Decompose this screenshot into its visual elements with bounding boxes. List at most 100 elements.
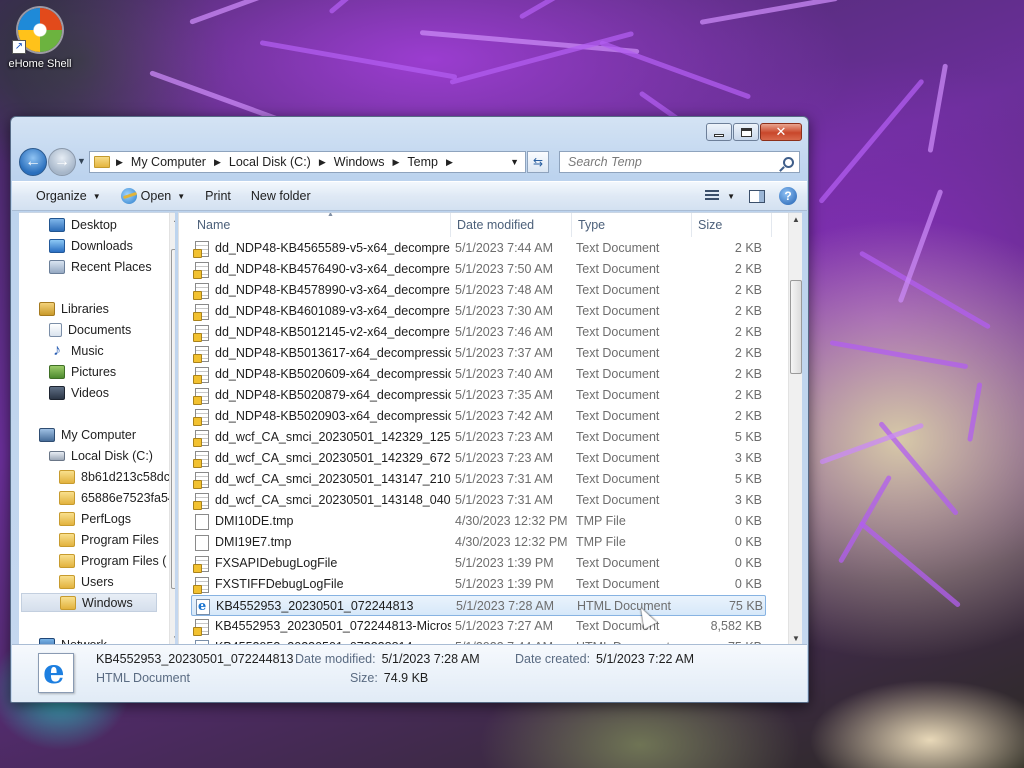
breadcrumb-chevron-icon[interactable]: ▶ bbox=[214, 157, 221, 168]
close-icon: ✕ bbox=[775, 124, 787, 139]
scrollbar-thumb[interactable] bbox=[790, 280, 802, 374]
file-row[interactable]: dd_NDP48-KB5013617-x64_decompressio... 5/… bbox=[191, 343, 766, 364]
forward-button[interactable]: → bbox=[48, 148, 76, 176]
nav-item-documents[interactable]: Documents bbox=[49, 320, 131, 339]
minimize-icon bbox=[714, 133, 724, 137]
file-row[interactable]: dd_NDP48-KB4578990-v3-x64_decompre... 5/1… bbox=[191, 280, 766, 301]
nav-item-pictures[interactable]: Pictures bbox=[49, 362, 116, 381]
breadcrumb-windows[interactable]: Windows bbox=[334, 155, 385, 169]
nav-item-label: My Computer bbox=[61, 427, 137, 442]
nav-item-perflogs[interactable]: PerfLogs bbox=[59, 509, 131, 528]
nav-item-downloads[interactable]: Downloads bbox=[49, 236, 133, 255]
nav-item-program-files[interactable]: Program Files bbox=[59, 530, 159, 549]
file-name: KB4552953_20230501_072244813 bbox=[216, 599, 414, 613]
back-button[interactable]: ← bbox=[19, 148, 47, 176]
file-row[interactable]: dd_NDP48-KB4601089-v3-x64_decompre... 5/1… bbox=[191, 301, 766, 322]
print-button[interactable]: Print bbox=[195, 184, 241, 208]
downloads-folder-icon bbox=[49, 238, 65, 253]
scrollbar-thumb[interactable] bbox=[171, 249, 175, 589]
file-row[interactable]: dd_NDP48-KB5012145-v2-x64_decompre... 5/1… bbox=[191, 322, 766, 343]
nav-item-users[interactable]: Users bbox=[59, 572, 114, 591]
nav-item-local-disk-c[interactable]: Local Disk (C:) bbox=[49, 446, 153, 465]
open-button[interactable]: Open ▼ bbox=[111, 184, 196, 208]
file-row[interactable]: KB4552953_20230501_072244813-Microso... 5… bbox=[191, 616, 766, 637]
scroll-down-icon[interactable]: ▼ bbox=[789, 634, 802, 643]
text-document-icon bbox=[193, 556, 209, 573]
date-modified-label: Date modified: bbox=[295, 652, 376, 666]
nav-item-65886e7523fa54[interactable]: 65886e7523fa54 bbox=[59, 488, 175, 507]
search-icon[interactable] bbox=[783, 156, 794, 168]
help-button[interactable]: ? bbox=[779, 187, 797, 205]
breadcrumb-chevron-icon[interactable]: ▶ bbox=[392, 157, 399, 168]
column-header-name[interactable]: Name ▲ bbox=[191, 213, 451, 237]
file-name: dd_NDP48-KB4578990-v3-x64_decompre... bbox=[215, 283, 451, 297]
breadcrumb-chevron-icon[interactable]: ▶ bbox=[116, 157, 123, 168]
navigation-scrollbar[interactable]: ▲ ▼ bbox=[169, 213, 175, 644]
nav-item-libraries[interactable]: Libraries bbox=[39, 299, 109, 318]
file-row[interactable]: KB4552953_20230501_072328814 5/1/2023 7:4… bbox=[191, 637, 766, 644]
preview-pane-button[interactable] bbox=[749, 189, 765, 203]
nav-item-my-computer[interactable]: My Computer bbox=[39, 425, 136, 444]
file-row[interactable]: dd_wcf_CA_smci_20230501_142329_672 5/1/20… bbox=[191, 448, 766, 469]
nav-item-windows[interactable]: Windows bbox=[21, 593, 157, 612]
nav-item-label: Local Disk (C:) bbox=[71, 448, 153, 463]
breadcrumb-my-computer[interactable]: My Computer bbox=[131, 155, 206, 169]
nav-item-label: Downloads bbox=[71, 238, 133, 253]
nav-item-program-files[interactable]: Program Files ( bbox=[59, 551, 166, 570]
organize-button[interactable]: Organize ▼ bbox=[12, 184, 111, 208]
address-bar[interactable]: ▶ My Computer ▶ Local Disk (C:) ▶ Window… bbox=[89, 151, 526, 173]
column-header-size[interactable]: Size bbox=[692, 213, 772, 237]
file-name: DMI19E7.tmp bbox=[215, 535, 292, 549]
maximize-button[interactable] bbox=[733, 123, 759, 141]
file-row[interactable]: DMI19E7.tmp 4/30/2023 12:32 PM TMP File 0 K… bbox=[191, 532, 766, 553]
address-history-dropdown[interactable]: ▼ bbox=[510, 157, 519, 167]
nav-item-recent-places[interactable]: Recent Places bbox=[49, 257, 152, 276]
wallpaper-petal bbox=[927, 63, 949, 153]
nav-item-videos[interactable]: Videos bbox=[49, 383, 109, 402]
change-view-button[interactable]: ▼ bbox=[705, 190, 735, 202]
file-row[interactable]: dd_NDP48-KB5020609-x64_decompressio... 5/… bbox=[191, 364, 766, 385]
file-row[interactable]: dd_NDP48-KB4576490-v3-x64_decompre... 5/1… bbox=[191, 259, 766, 280]
file-size: 2 KB bbox=[734, 388, 762, 402]
file-size: 0 KB bbox=[734, 514, 762, 528]
search-input[interactable]: Search Temp bbox=[559, 151, 800, 173]
breadcrumb-local-disk[interactable]: Local Disk (C:) bbox=[229, 155, 311, 169]
file-row[interactable]: dd_wcf_CA_smci_20230501_142329_125 5/1/20… bbox=[191, 427, 766, 448]
scroll-up-icon[interactable]: ▲ bbox=[789, 215, 802, 224]
file-row[interactable]: KB4552953_20230501_072244813 5/1/2023 7:2… bbox=[191, 595, 766, 616]
file-size: 2 KB bbox=[734, 262, 762, 276]
column-header-type[interactable]: Type bbox=[572, 213, 692, 237]
recent-pages-dropdown[interactable]: ▼ bbox=[77, 156, 86, 166]
wallpaper-petal bbox=[858, 250, 992, 330]
file-row[interactable]: dd_NDP48-KB4565589-v5-x64_decompre... 5/1… bbox=[191, 238, 766, 259]
file-row[interactable]: DMI10DE.tmp 4/30/2023 12:32 PM TMP File 0 K… bbox=[191, 511, 766, 532]
file-row[interactable]: FXSTIFFDebugLogFile 5/1/2023 1:39 PM Text … bbox=[191, 574, 766, 595]
wallpaper-petal bbox=[699, 0, 839, 25]
minimize-button[interactable] bbox=[706, 123, 732, 141]
scroll-down-icon[interactable]: ▼ bbox=[170, 634, 175, 643]
new-folder-button[interactable]: New folder bbox=[241, 184, 321, 208]
file-row[interactable]: dd_NDP48-KB5020879-x64_decompressio... 5/… bbox=[191, 385, 766, 406]
nav-item-network[interactable]: Network bbox=[39, 635, 107, 644]
breadcrumb-temp[interactable]: Temp bbox=[407, 155, 438, 169]
nav-item-music[interactable]: ♪ Music bbox=[49, 341, 104, 360]
text-document-icon bbox=[193, 409, 209, 426]
text-document-icon bbox=[193, 472, 209, 489]
nav-item-desktop[interactable]: Desktop bbox=[49, 215, 117, 234]
refresh-button[interactable]: ⇆ bbox=[527, 151, 549, 173]
scroll-up-icon[interactable]: ▲ bbox=[170, 215, 175, 224]
sort-ascending-icon: ▲ bbox=[327, 212, 334, 218]
ehome-shell-desktop-icon[interactable]: ↗ eHome Shell bbox=[4, 8, 76, 70]
breadcrumb-chevron-icon[interactable]: ▶ bbox=[446, 157, 453, 168]
file-row[interactable]: dd_NDP48-KB5020903-x64_decompressio... 5/… bbox=[191, 406, 766, 427]
file-date-modified: 4/30/2023 12:32 PM bbox=[455, 514, 568, 528]
file-list-scrollbar[interactable]: ▲ ▼ bbox=[788, 213, 802, 644]
text-document-icon bbox=[193, 325, 209, 342]
file-row[interactable]: dd_wcf_CA_smci_20230501_143148_040 5/1/20… bbox=[191, 490, 766, 511]
nav-item-8b61d213c58dc[interactable]: 8b61d213c58dc bbox=[59, 467, 170, 486]
close-button[interactable]: ✕ bbox=[760, 123, 802, 141]
column-header-date[interactable]: Date modified bbox=[451, 213, 572, 237]
breadcrumb-chevron-icon[interactable]: ▶ bbox=[319, 157, 326, 168]
file-row[interactable]: dd_wcf_CA_smci_20230501_143147_210 5/1/20… bbox=[191, 469, 766, 490]
file-row[interactable]: FXSAPIDebugLogFile 5/1/2023 1:39 PM Text D… bbox=[191, 553, 766, 574]
